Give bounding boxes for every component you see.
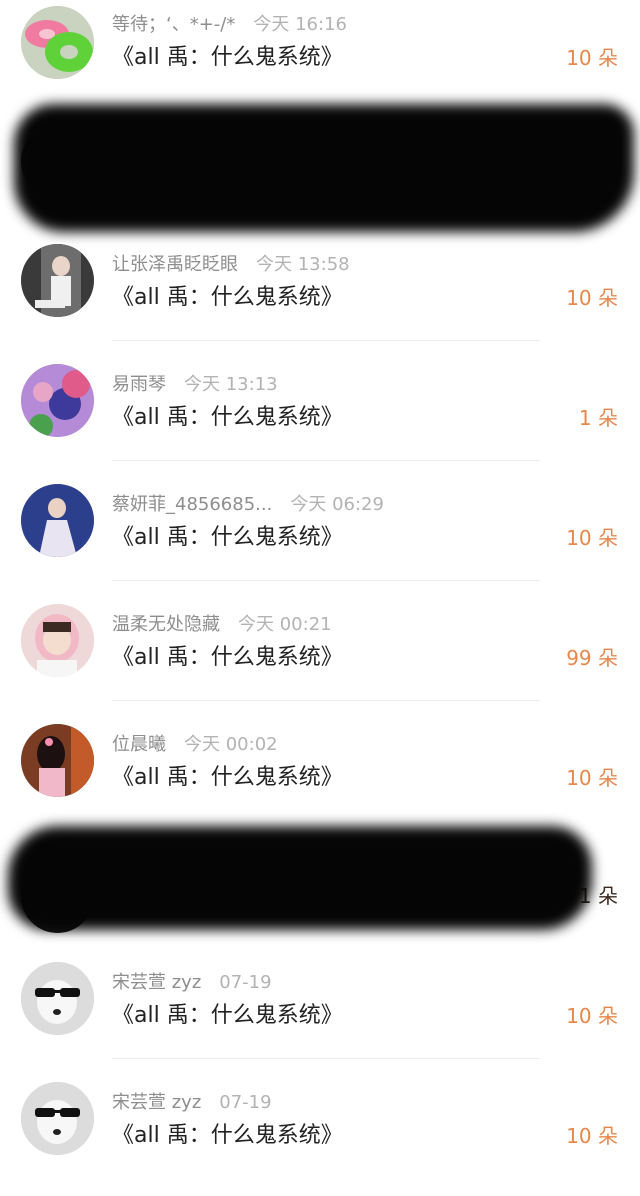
flower-count: 10 朵 <box>566 1124 618 1148</box>
flower-count: 10 朵 <box>566 286 618 310</box>
timestamp: 今天 06:29 <box>290 494 384 515</box>
work-title[interactable]: 《all 禹：什么鬼系统》 <box>112 280 343 316</box>
work-title[interactable]: 《all 禹：什么鬼系统》 <box>112 1118 343 1154</box>
divider <box>112 460 540 461</box>
avatar[interactable] <box>21 484 94 557</box>
gift-record-list: 等待；‘、*+-/* 今天 16:16 《all 禹：什么鬼系统》 10 朵 让张… <box>0 0 640 1174</box>
username[interactable]: 位晨曦 <box>112 734 166 755</box>
username[interactable]: 宋芸萱 zyz <box>112 1092 201 1113</box>
redaction-mark <box>8 826 592 930</box>
redaction-mark <box>14 104 634 232</box>
flower-count: 10 朵 <box>566 526 618 550</box>
username[interactable]: 等待；‘、*+-/* <box>112 14 235 35</box>
timestamp: 今天 13:58 <box>256 254 350 275</box>
timestamp: 今天 16:16 <box>253 14 347 35</box>
flower-count: 10 朵 <box>566 46 618 70</box>
work-title[interactable]: 《all 禹：什么鬼系统》 <box>112 40 343 76</box>
flower-count: 99 朵 <box>566 646 618 670</box>
work-title[interactable]: 《all 禹：什么鬼系统》 <box>112 400 343 436</box>
work-title[interactable]: 《all 禹：什么鬼系统》 <box>112 760 343 796</box>
avatar[interactable] <box>21 724 94 797</box>
avatar[interactable] <box>21 364 94 437</box>
work-title[interactable]: 《all 禹：什么鬼系统》 <box>112 640 343 676</box>
divider <box>112 340 540 341</box>
username[interactable]: 让张泽禹眨眨眼 <box>112 254 238 275</box>
username[interactable]: 温柔无处隐藏 <box>112 614 220 635</box>
divider <box>112 1058 540 1059</box>
username[interactable]: 宋芸萱 zyz <box>112 972 201 993</box>
avatar[interactable] <box>21 244 94 317</box>
list-item[interactable]: 位晨曦 今天 00:02 《all 禹：什么鬼系统》 10 朵 <box>0 718 640 838</box>
work-title[interactable]: 《all 禹：什么鬼系统》 <box>112 998 343 1034</box>
work-title[interactable]: 《all 禹：什么鬼系统》 <box>112 520 343 556</box>
username[interactable]: 蔡妍菲_4856685... <box>112 494 272 515</box>
avatar[interactable] <box>21 962 94 1035</box>
divider <box>112 580 540 581</box>
flower-count: 10 朵 <box>566 1004 618 1028</box>
timestamp: 今天 13:13 <box>184 374 278 395</box>
timestamp: 今天 00:02 <box>184 734 278 755</box>
flower-count: 10 朵 <box>566 766 618 790</box>
list-item[interactable]: 宋芸萱 zyz 07-19 《all 禹：什么鬼系统》 10 朵 <box>0 1076 640 1196</box>
avatar[interactable] <box>21 1082 94 1155</box>
timestamp: 今天 00:21 <box>238 614 332 635</box>
timestamp: 07-19 <box>219 1092 272 1113</box>
divider <box>112 700 540 701</box>
flower-count: 1 朵 <box>578 406 618 430</box>
avatar[interactable] <box>21 604 94 677</box>
username[interactable]: 易雨琴 <box>112 374 166 395</box>
timestamp: 07-19 <box>219 972 272 993</box>
avatar[interactable] <box>21 6 94 79</box>
